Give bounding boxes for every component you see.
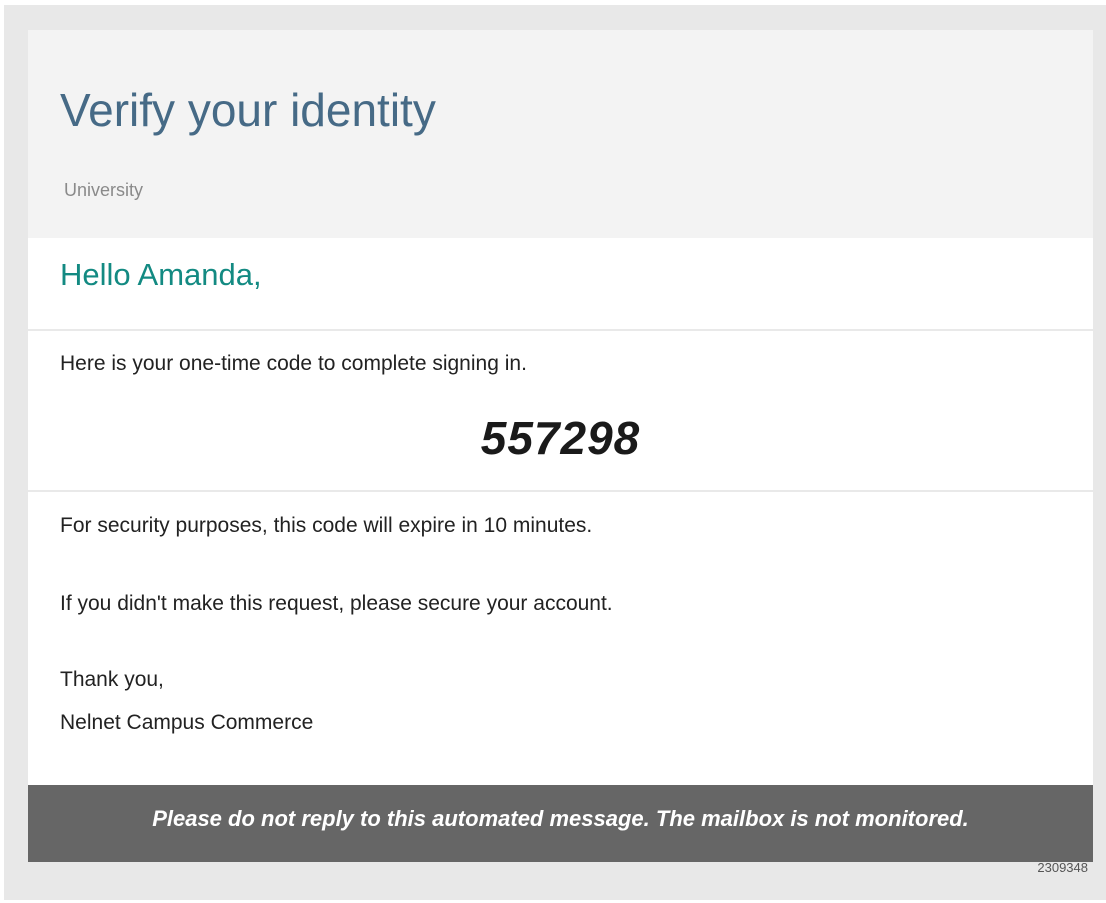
email-card: Verify your identity University Hello Am… — [28, 30, 1093, 862]
email-title: Verify your identity — [60, 84, 436, 136]
greeting: Hello Amanda, — [60, 257, 262, 292]
email-frame: Verify your identity University Hello Am… — [4, 5, 1106, 900]
divider — [28, 490, 1093, 492]
intro-text: Here is your one-time code to complete s… — [60, 352, 527, 375]
closing-text: Thank you, — [60, 668, 164, 691]
reference-id: 2309348 — [1037, 860, 1088, 875]
one-time-code: 557298 — [480, 412, 641, 464]
organization-label: University — [64, 180, 144, 200]
expiry-notice: For security purposes, this code will ex… — [60, 514, 593, 537]
email-header: Verify your identity University — [28, 30, 1093, 238]
sender-name: Nelnet Campus Commerce — [60, 711, 314, 734]
footer-notice: Please do not reply to this automated me… — [152, 806, 969, 831]
divider — [28, 329, 1093, 331]
email-footer: Please do not reply to this automated me… — [28, 785, 1093, 862]
security-notice: If you didn't make this request, please … — [60, 592, 613, 615]
